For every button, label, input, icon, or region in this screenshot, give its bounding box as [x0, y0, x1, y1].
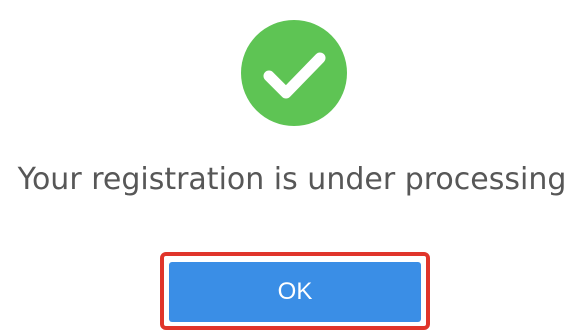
registration-status-dialog: Your registration is under processing OK: [0, 0, 584, 335]
status-message: Your registration is under processing: [17, 162, 567, 197]
check-circle-icon: [241, 20, 347, 126]
ok-button[interactable]: OK: [169, 262, 421, 322]
